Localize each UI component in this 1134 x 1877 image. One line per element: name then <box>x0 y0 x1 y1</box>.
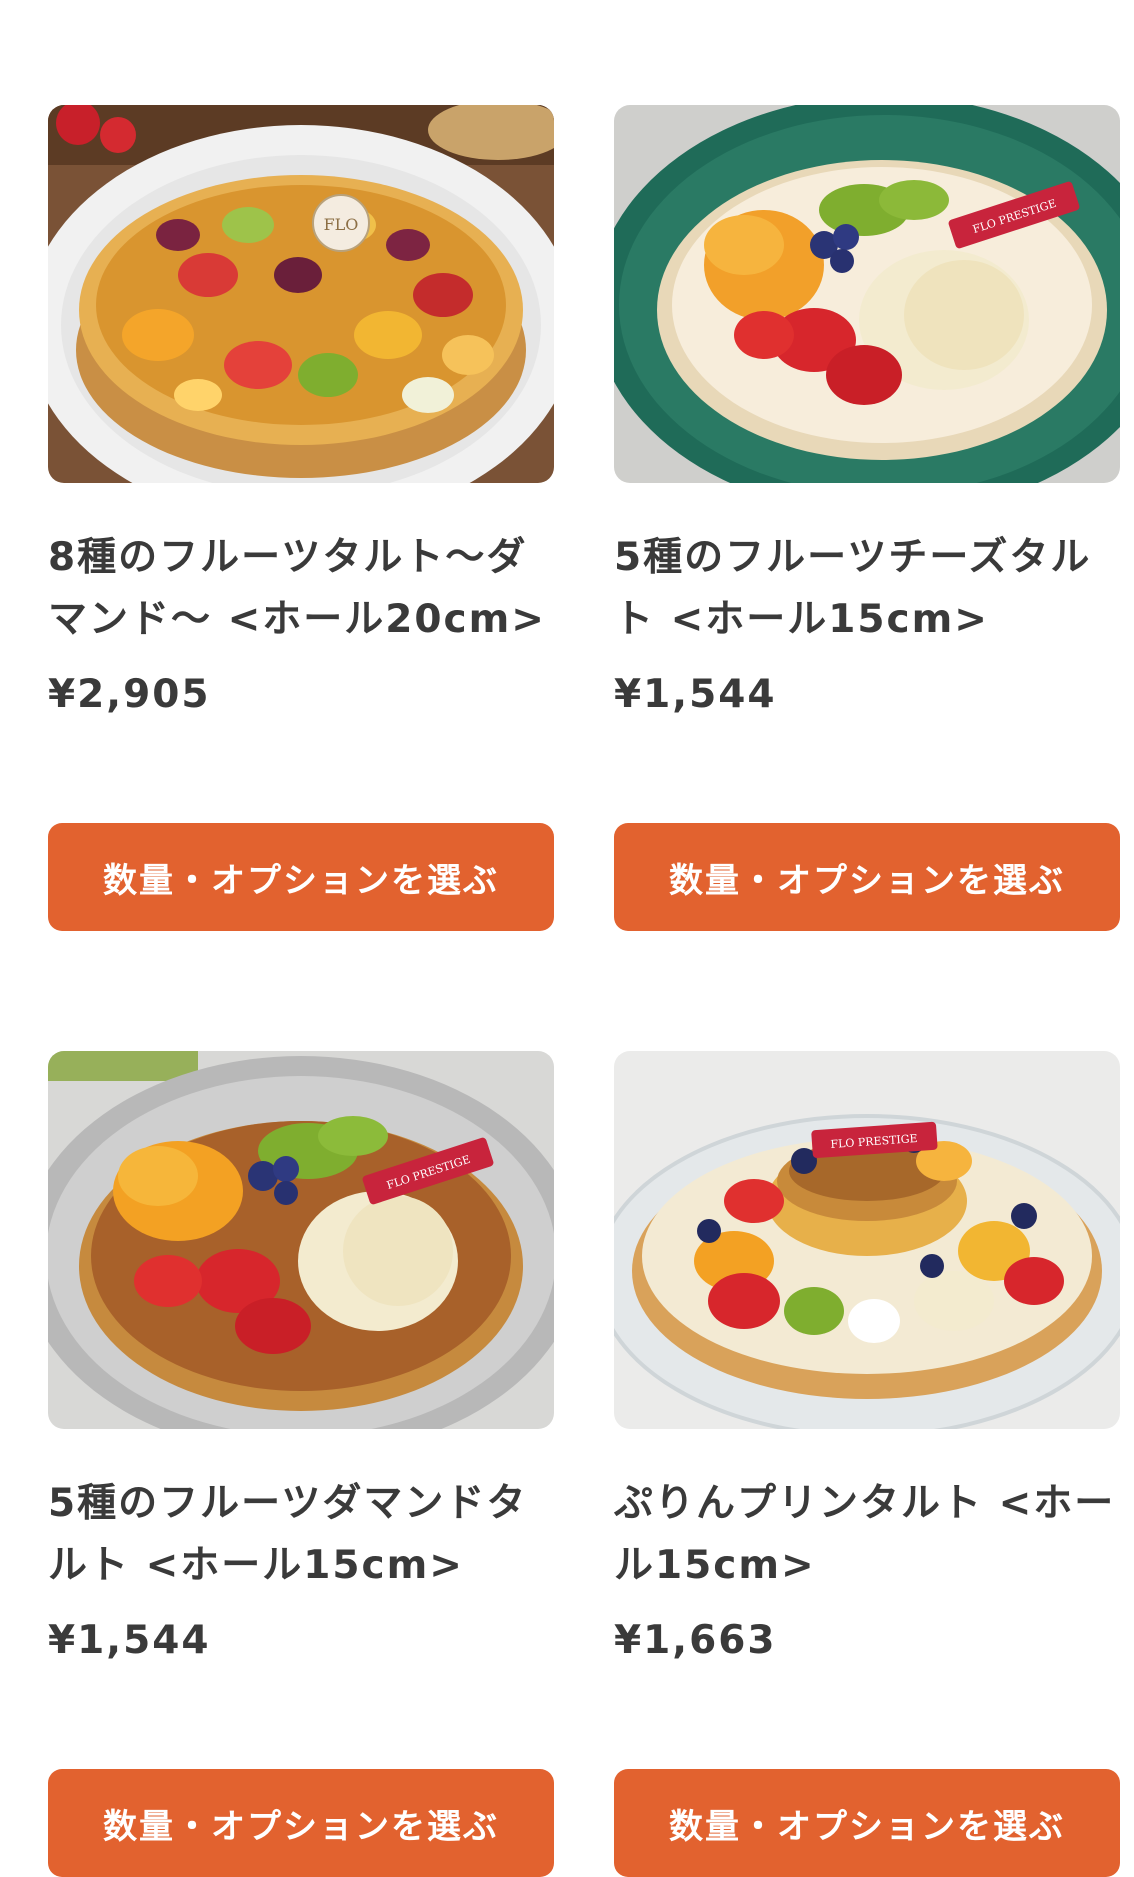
product-image[interactable]: FLO PRESTIGE <box>614 1051 1120 1429</box>
select-options-button[interactable]: 数量・オプションを選ぶ <box>614 823 1120 931</box>
select-options-button[interactable]: 数量・オプションを選ぶ <box>48 1769 554 1877</box>
product-image[interactable]: FLO PRESTIGE <box>48 1051 554 1429</box>
fruit-tart-image: FLO <box>48 105 554 483</box>
product-price: ¥2,905 <box>48 672 211 717</box>
product-card: FLO PRESTIGE ぷりんプリンタルト <ホール15cm> ¥1,663 … <box>614 1051 1120 1877</box>
pudding-tart-image: FLO PRESTIGE <box>614 1051 1120 1429</box>
almond-tart-image: FLO PRESTIGE <box>48 1051 554 1429</box>
product-grid: FLO 8種のフルーツタルト〜ダマンド〜 <ホール20cm> ¥2,905 数量… <box>48 105 1120 1877</box>
product-image[interactable]: FLO PRESTIGE <box>614 105 1120 483</box>
cheese-tart-image: FLO PRESTIGE <box>614 105 1120 483</box>
product-card: FLO 8種のフルーツタルト〜ダマンド〜 <ホール20cm> ¥2,905 数量… <box>48 105 554 931</box>
product-price: ¥1,663 <box>614 1618 777 1663</box>
product-price: ¥1,544 <box>48 1618 211 1663</box>
product-image[interactable]: FLO <box>48 105 554 483</box>
select-options-button[interactable]: 数量・オプションを選ぶ <box>48 823 554 931</box>
select-options-button[interactable]: 数量・オプションを選ぶ <box>614 1769 1120 1877</box>
product-name[interactable]: 8種のフルーツタルト〜ダマンド〜 <ホール20cm> <box>48 527 554 651</box>
product-price: ¥1,544 <box>614 672 777 717</box>
product-name[interactable]: ぷりんプリンタルト <ホール15cm> <box>614 1473 1120 1597</box>
product-card: FLO PRESTIGE 5種のフルーツダマンドタルト <ホール15cm> ¥1… <box>48 1051 554 1877</box>
svg-text:FLO: FLO <box>324 215 359 234</box>
product-name[interactable]: 5種のフルーツダマンドタルト <ホール15cm> <box>48 1473 554 1597</box>
product-card: FLO PRESTIGE 5種のフルーツチーズタルト <ホール15cm> ¥1,… <box>614 105 1120 931</box>
product-name[interactable]: 5種のフルーツチーズタルト <ホール15cm> <box>614 527 1120 651</box>
